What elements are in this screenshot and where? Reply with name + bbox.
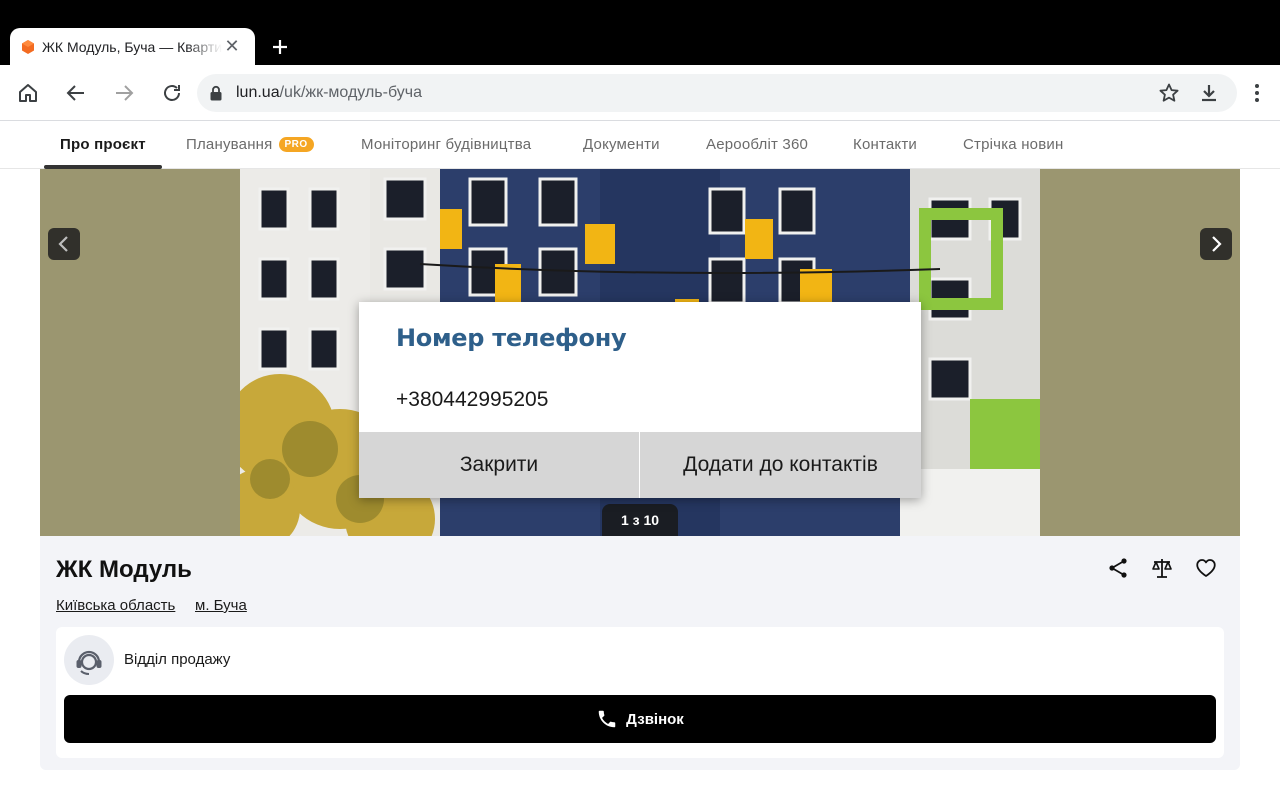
gallery-prev-button[interactable]	[48, 228, 80, 260]
headset-operator-icon	[76, 650, 102, 675]
region-link[interactable]: Київська область	[56, 597, 175, 614]
url-text[interactable]: lun.ua/uk/жк-модуль-буча	[236, 84, 422, 102]
tab-planning[interactable]: Планування PRO	[186, 121, 314, 168]
download-icon[interactable]	[1197, 81, 1221, 105]
browser-tabstrip: ЖК Модуль, Буча — Квартири ✕	[0, 0, 1280, 65]
tab-aerial-360[interactable]: Аерообліт 360	[706, 121, 808, 168]
tab-contacts[interactable]: Контакти	[853, 121, 917, 168]
lock-icon	[210, 85, 222, 101]
bookmark-star-icon[interactable]	[1157, 81, 1181, 105]
back-arrow-icon[interactable]	[64, 81, 88, 105]
tab-construction-monitoring[interactable]: Моніторинг будівництва	[361, 121, 531, 168]
sales-department-block: Відділ продажу Дзвінок	[56, 627, 1224, 758]
browser-menu-icon[interactable]	[1245, 81, 1269, 105]
sales-avatar	[64, 635, 114, 685]
tab-news-feed[interactable]: Стрічка новин	[963, 121, 1063, 168]
add-to-contacts-button[interactable]: Додати до контактів	[640, 432, 921, 498]
phone-number-text: +380442995205	[396, 388, 549, 411]
lun-favicon-icon	[22, 39, 34, 54]
city-link[interactable]: м. Буча	[195, 597, 247, 614]
sales-department-label: Відділ продажу	[124, 651, 231, 668]
browser-toolbar: lun.ua/uk/жк-модуль-буча	[0, 65, 1280, 121]
tab-title: ЖК Модуль, Буча — Квартири	[42, 38, 222, 55]
gallery-next-button[interactable]	[1200, 228, 1232, 260]
gallery-counter: 1 з 10	[602, 504, 678, 536]
project-info-card: ЖК Модуль Київська область м. Буча Відді…	[40, 536, 1240, 770]
favorite-heart-icon[interactable]	[1194, 556, 1218, 580]
dialog-title: Номер телефону	[396, 324, 627, 352]
browser-tab[interactable]: ЖК Модуль, Буча — Квартири ✕	[10, 28, 255, 65]
chevron-left-icon	[58, 236, 68, 252]
url-host: lun.ua	[236, 84, 280, 101]
forward-arrow-icon[interactable]	[112, 81, 136, 105]
tab-planning-label: Планування	[186, 136, 273, 153]
reload-icon[interactable]	[160, 81, 184, 105]
tab-about[interactable]: Про проєкт	[60, 121, 146, 168]
pro-badge: PRO	[278, 137, 314, 152]
project-nav: Про проєкт Планування PRO Моніторинг буді…	[0, 121, 1280, 169]
call-button[interactable]: Дзвінок	[64, 695, 1216, 743]
close-dialog-button[interactable]: Закрити	[359, 432, 639, 498]
tab-close-icon[interactable]: ✕	[223, 37, 241, 55]
url-path: /uk/жк-модуль-буча	[279, 84, 422, 101]
tab-documents[interactable]: Документи	[583, 121, 660, 168]
call-button-label: Дзвінок	[626, 710, 684, 728]
compare-scales-icon[interactable]	[1150, 556, 1174, 580]
new-tab-icon[interactable]	[268, 35, 292, 59]
phone-number-dialog: Номер телефону +380442995205 Закрити Дод…	[359, 302, 921, 498]
share-icon[interactable]	[1106, 556, 1130, 580]
address-bar[interactable]: lun.ua/uk/жк-модуль-буча	[197, 74, 1237, 112]
project-title: ЖК Модуль	[56, 556, 192, 583]
chevron-right-icon	[1212, 236, 1222, 252]
phone-icon	[598, 710, 616, 728]
home-icon[interactable]	[16, 81, 40, 105]
